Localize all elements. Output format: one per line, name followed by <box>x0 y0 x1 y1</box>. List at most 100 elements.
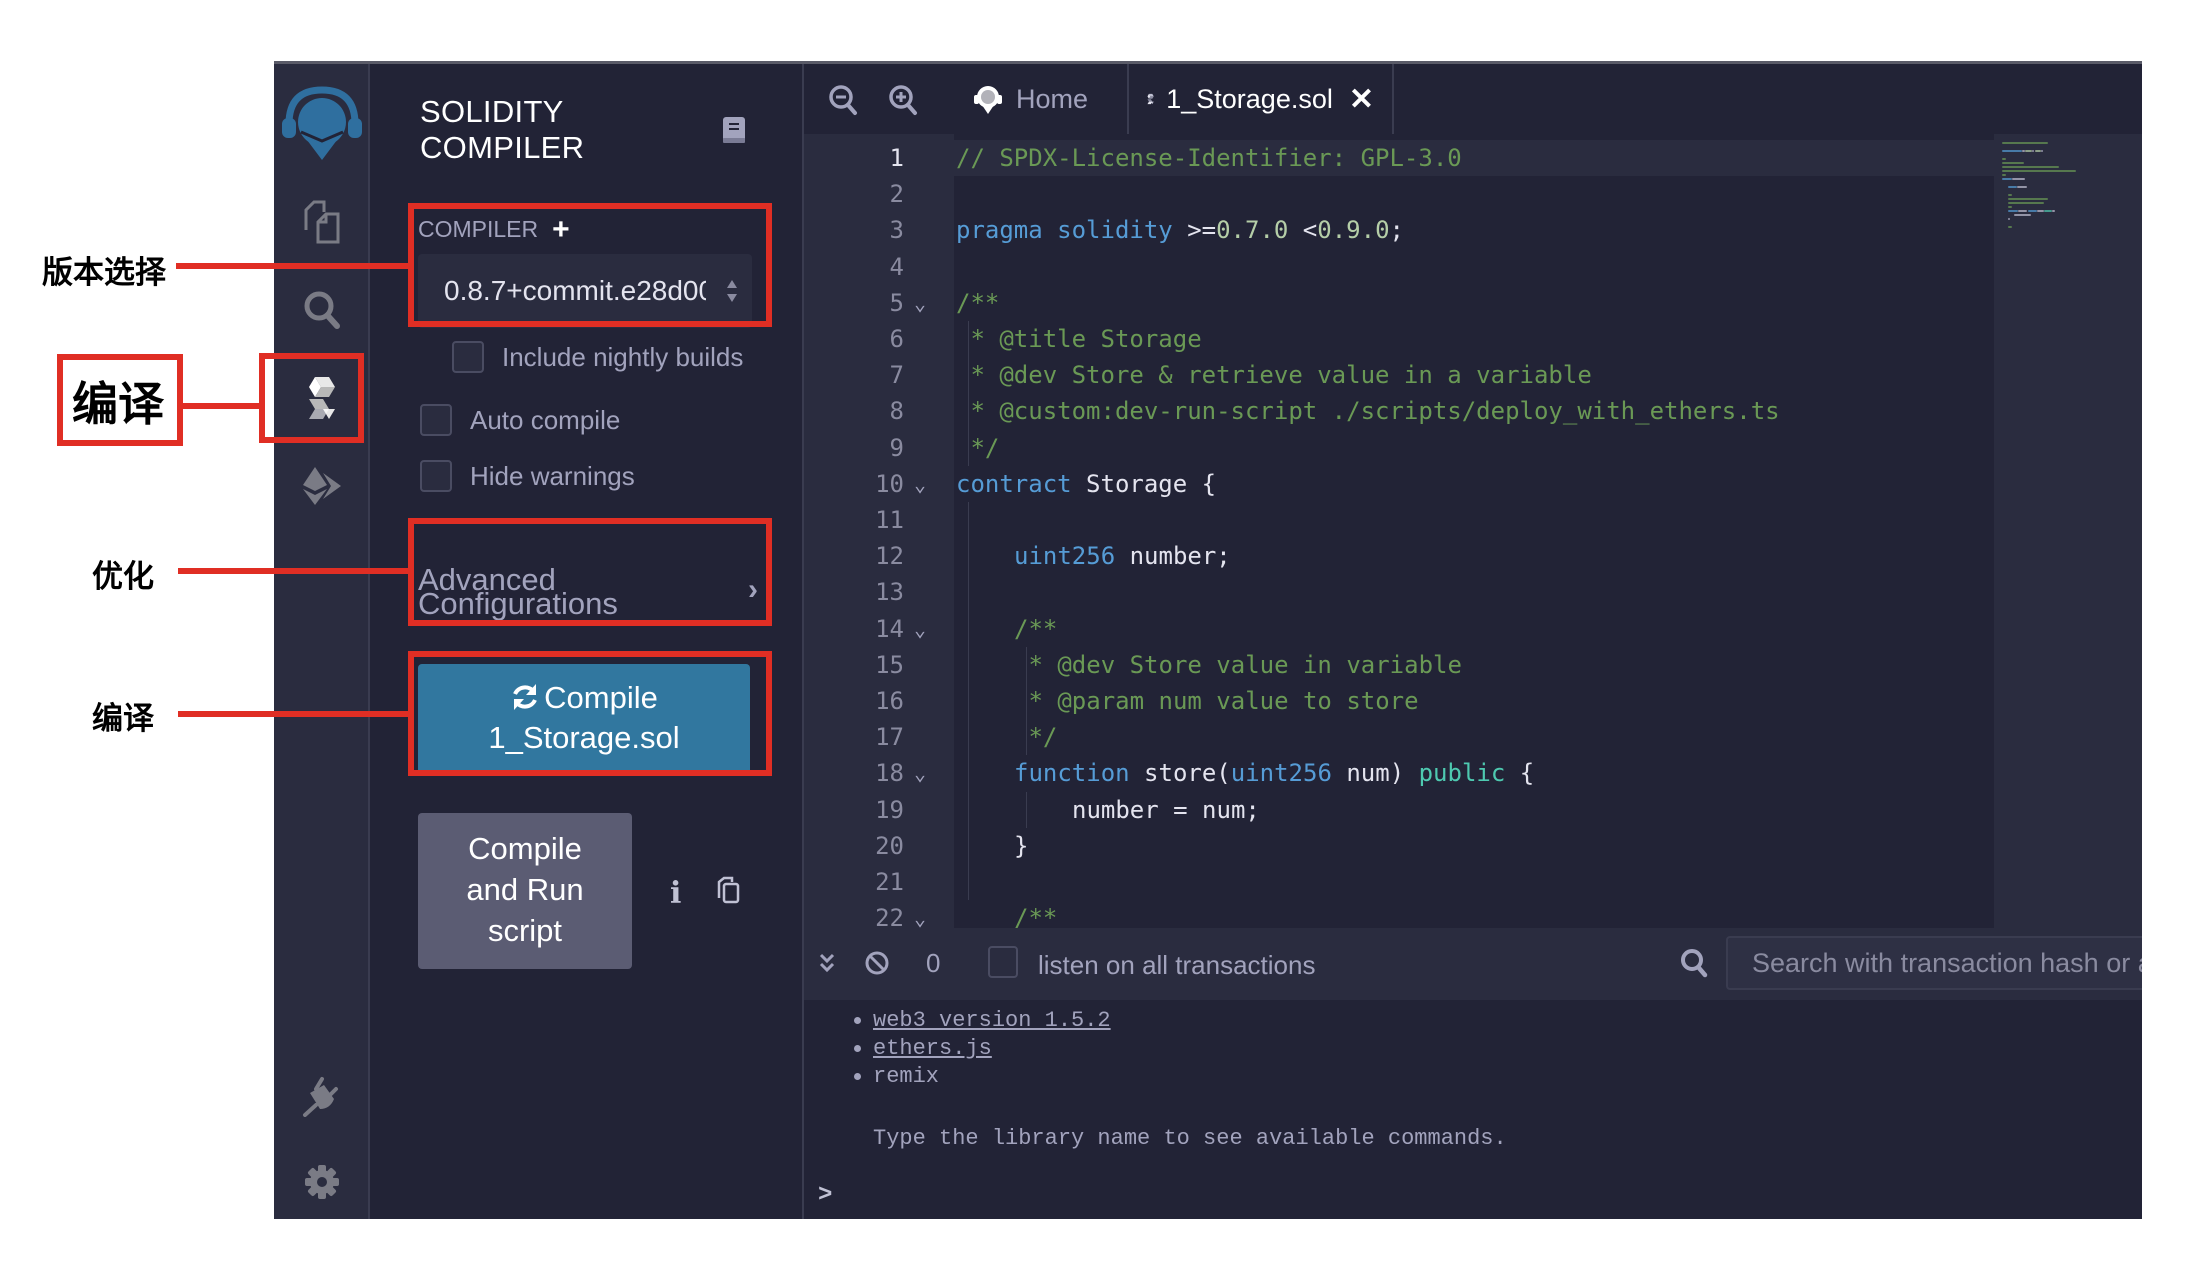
hide-warnings-checkbox[interactable] <box>420 460 452 492</box>
code-line[interactable]: 3 pragma solidity >=0.7.0 <0.9.0; <box>890 212 1994 248</box>
code-line[interactable]: 20} <box>875 828 1994 864</box>
select-arrows-icon <box>727 280 737 302</box>
line-number: 4 <box>889 252 904 281</box>
minimap-line <box>2002 150 2022 152</box>
tab-1-storage-sol[interactable]: 1_Storage.sol ✕ <box>1129 64 1394 134</box>
tab-home[interactable]: Home <box>954 64 1129 134</box>
compiler-version-select[interactable]: 0.8.7+commit.e28d00a7 <box>418 254 752 328</box>
code-text: // SPDX-License-Identifier: GPL-3.0 <box>956 140 1462 176</box>
code-line[interactable]: 4 <box>890 249 1994 285</box>
ethers-js-link[interactable]: ethers.js <box>873 1036 992 1061</box>
line-number: 9 <box>889 433 904 462</box>
deploy-run-icon[interactable] <box>274 456 370 516</box>
code-text: uint256 number; <box>1014 538 1231 574</box>
code-line[interactable]: 9 */ <box>890 430 1994 466</box>
plugin-manager-icon[interactable] <box>274 1066 370 1126</box>
include-nightly-checkbox[interactable] <box>452 341 484 373</box>
bullet <box>854 1072 861 1080</box>
fold-chevron-icon[interactable]: ⌄ <box>914 755 926 791</box>
compile-button[interactable]: Compile 1_Storage.sol <box>418 664 750 774</box>
code-line[interactable]: 14 ⌄ /** <box>875 611 1994 647</box>
code-token: uint256 <box>1230 759 1332 788</box>
minimap-line <box>2002 158 2006 160</box>
hide-warnings-row[interactable]: Hide warnings <box>420 460 635 492</box>
code-text: /** <box>1014 900 1057 928</box>
code-token: // SPDX-License-Identifier: GPL-3.0 <box>956 144 1462 172</box>
code-line[interactable]: 8 * @custom:dev-run-script ./scripts/dep… <box>890 393 1994 429</box>
add-custom-compiler-button[interactable]: + <box>552 214 570 244</box>
clear-console-icon[interactable] <box>864 950 890 976</box>
search-icon[interactable] <box>274 280 370 340</box>
documentation-icon[interactable] <box>722 116 746 144</box>
listen-all-transactions-checkbox[interactable] <box>988 946 1018 978</box>
library-item[interactable]: web3 version 1.5.2 <box>854 1008 1111 1033</box>
close-tab-icon[interactable]: ✕ <box>1349 82 1374 117</box>
minimap-line <box>2027 210 2037 212</box>
fold-chevron-icon[interactable]: ⌄ <box>914 466 926 502</box>
fold-chevron-icon[interactable]: ⌄ <box>914 285 926 321</box>
copy-icon[interactable] <box>716 876 740 904</box>
code-token: { <box>1505 759 1535 788</box>
auto-compile-row[interactable]: Auto compile <box>420 404 620 436</box>
solidity-compiler-icon[interactable] <box>274 368 370 428</box>
code-editor[interactable]: 1 // SPDX-License-Identifier: GPL-3.0 2 3 pr… <box>804 134 2142 928</box>
minimap-line <box>2025 150 2032 152</box>
minimap[interactable] <box>1994 134 2142 928</box>
code-line[interactable]: 1 // SPDX-License-Identifier: GPL-3.0 <box>890 140 1994 176</box>
zoom-out-icon[interactable] <box>828 84 858 116</box>
line-number: 7 <box>889 361 904 390</box>
solidity-compiler-panel: SOLIDITY COMPILER COMPILER + 0.8.7+commi… <box>370 64 804 1219</box>
advanced-configurations-toggle[interactable]: Advanced Configurations › <box>418 550 758 630</box>
code-line[interactable]: 11 <box>875 502 1994 538</box>
code-line[interactable]: 18 ⌄ function store(uint256 num) public { <box>875 755 1994 791</box>
code-line[interactable]: 16 * @param num value to store <box>875 683 1994 719</box>
minimap-line <box>2002 162 2025 164</box>
line-number: 5 <box>889 288 904 317</box>
code-line[interactable]: 7 * @dev Store & retrieve value in a var… <box>890 357 1994 393</box>
include-nightly-row[interactable]: Include nightly builds <box>452 341 743 373</box>
minimap-line <box>2002 166 2060 168</box>
indent-guide <box>1026 791 1027 828</box>
icon-panel <box>274 64 370 1219</box>
code-line[interactable]: 2 <box>890 176 1994 212</box>
code-line[interactable]: 17 */ <box>875 719 1994 755</box>
remix-ide-window: SOLIDITY COMPILER COMPILER + 0.8.7+commi… <box>274 61 2142 1219</box>
code-line[interactable]: 22 ⌄ /** <box>875 900 1994 928</box>
code-line[interactable]: 10 ⌄ contract Storage { <box>875 466 1994 502</box>
code-line[interactable]: 15 * @dev Store value in variable <box>875 647 1994 683</box>
auto-compile-label: Auto compile <box>470 404 621 435</box>
code-line[interactable]: 5 ⌄ /** <box>890 285 1994 321</box>
code-token: * @dev Store & retrieve value in a varia… <box>956 361 1592 390</box>
code-token: number = num; <box>1072 795 1260 824</box>
auto-compile-checkbox[interactable] <box>420 404 452 436</box>
code-line[interactable]: 12 uint256 number; <box>875 538 1994 574</box>
compile-button-label: Compile <box>544 680 658 715</box>
code-token: * @param num value to store <box>1014 687 1419 715</box>
code-text: * @param num value to store <box>1014 683 1419 719</box>
code-line[interactable]: 13 <box>875 574 1994 610</box>
info-icon[interactable]: i <box>670 876 681 911</box>
code-token: function <box>1014 759 1130 788</box>
web3-version-link[interactable]: web3 version 1.5.2 <box>873 1008 1111 1033</box>
code-line[interactable]: 21 <box>875 864 1994 900</box>
code-text: /** <box>1014 611 1057 647</box>
compile-and-run-script-button[interactable]: Compile and Run script <box>418 813 632 969</box>
line-number: 18 <box>875 759 904 788</box>
remix-logo-icon[interactable] <box>274 82 370 162</box>
terminal-prompt[interactable]: > <box>818 1182 832 1209</box>
library-item: remix <box>854 1064 939 1089</box>
settings-gear-icon[interactable] <box>274 1152 370 1212</box>
library-item[interactable]: ethers.js <box>854 1036 992 1061</box>
collapse-terminal-icon[interactable] <box>818 952 836 976</box>
indent-guide <box>968 502 969 901</box>
code-line[interactable]: 6 * @title Storage <box>890 321 1994 357</box>
code-lines[interactable]: 1 // SPDX-License-Identifier: GPL-3.0 2 3 pr… <box>875 134 1994 928</box>
indent-guide <box>1026 646 1027 756</box>
code-line[interactable]: 19 number = num; <box>875 792 1994 828</box>
fold-chevron-icon[interactable]: ⌄ <box>914 611 926 647</box>
transaction-search-input[interactable] <box>1726 936 2142 990</box>
fold-chevron-icon[interactable]: ⌄ <box>914 900 926 928</box>
file-explorer-icon[interactable] <box>274 192 370 252</box>
zoom-in-icon[interactable] <box>888 84 918 116</box>
code-token: ; <box>1389 216 1404 245</box>
